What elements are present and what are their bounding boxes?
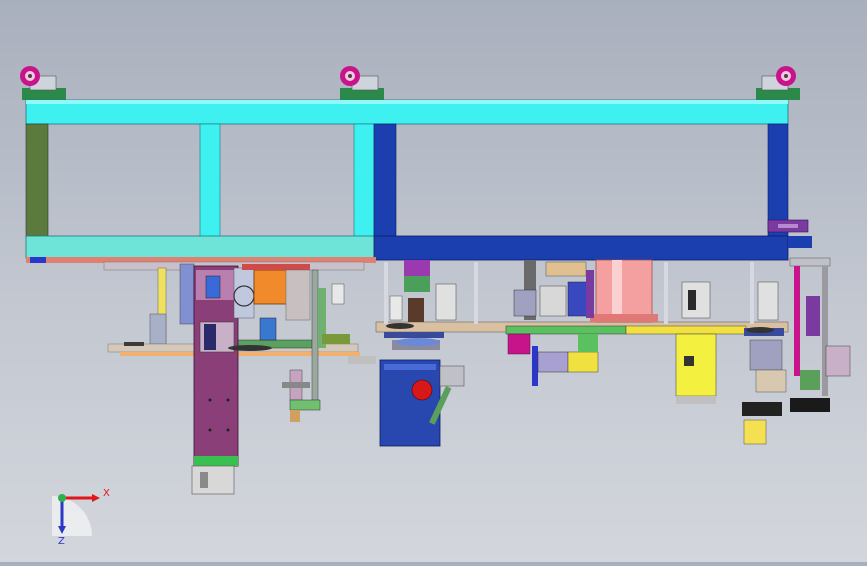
caster-right[interactable] (756, 66, 800, 100)
drive-housing[interactable] (233, 264, 311, 341)
motor-unit[interactable] (348, 338, 465, 447)
coordinate-triad: X Z (52, 488, 110, 547)
cad-viewport[interactable]: X Z (0, 0, 867, 562)
main-frame[interactable] (25, 99, 812, 263)
caster-middle[interactable] (340, 66, 384, 100)
y-axis-dot (58, 494, 66, 502)
salmon-cylinder[interactable] (590, 259, 658, 323)
assembly-drawing: X Z (20, 66, 851, 547)
x-axis-label: X (103, 488, 110, 499)
right-actuators[interactable] (675, 281, 787, 404)
vertical-column[interactable] (191, 265, 239, 495)
caster-left[interactable] (20, 66, 66, 100)
z-axis-label: Z (58, 536, 65, 547)
